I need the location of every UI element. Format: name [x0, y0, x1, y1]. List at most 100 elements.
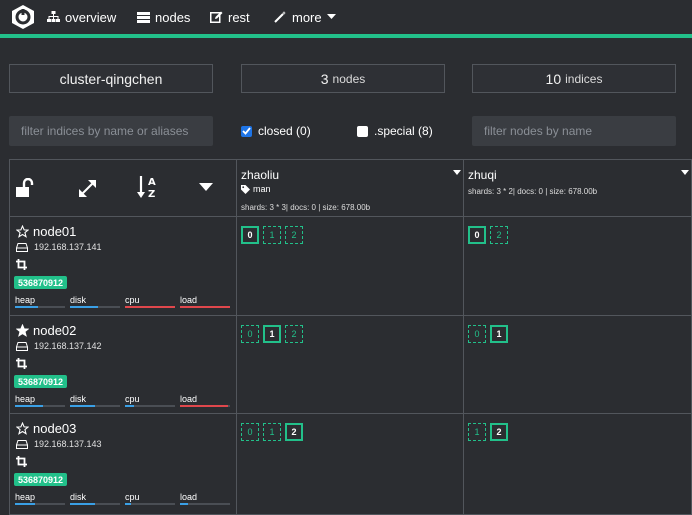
index-alias: man	[241, 184, 271, 194]
hdd-icon	[16, 439, 28, 449]
node-ip-address: 192.168.137.141	[34, 242, 102, 252]
replica-shard[interactable]: 2	[285, 226, 303, 244]
closed-checkbox[interactable]: closed (0)	[241, 124, 311, 138]
cluster-name-box: cluster-qingchen	[9, 64, 213, 93]
index-name[interactable]: zhuqi	[468, 168, 497, 182]
shard-cell-node02-zhuqi: 01	[463, 315, 692, 414]
special-checkbox[interactable]: .special (8)	[357, 124, 433, 138]
replica-shard[interactable]: 1	[263, 423, 281, 441]
index-header-zhuqi[interactable]: zhuqi shards: 3 * 2| docs: 0 | size: 678…	[463, 159, 692, 217]
nav-more[interactable]: more	[274, 8, 336, 26]
shard-list: 01	[468, 325, 508, 343]
shard-cell-node03-zhuqi: 12	[463, 413, 692, 515]
node-title[interactable]: node03	[16, 421, 76, 436]
shard-list: 012	[241, 325, 303, 343]
metric-bar	[15, 405, 65, 407]
index-menu-caret-icon[interactable]	[453, 170, 461, 175]
metric-bar	[70, 503, 120, 505]
primary-shard[interactable]: 1	[490, 325, 508, 343]
metric-label: heap	[15, 295, 36, 305]
checkbox-checked-icon[interactable]	[241, 125, 252, 137]
indices-count: 10	[545, 70, 562, 87]
crop-icon	[16, 259, 27, 270]
primary-shard[interactable]: 2	[285, 423, 303, 441]
top-navbar: overview nodes rest more	[0, 0, 692, 34]
node-title[interactable]: node01	[16, 224, 76, 239]
shard-cell-node02-zhaoliu: 012	[236, 315, 464, 414]
metric-label: disk	[70, 492, 87, 502]
replica-shard[interactable]: 2	[285, 325, 303, 343]
node-heap-badge: 536870912	[14, 276, 68, 289]
server-icon	[137, 11, 150, 23]
crop-icon	[16, 456, 27, 467]
node-ip: 192.168.137.143	[16, 439, 102, 449]
metric-load: load	[180, 492, 230, 505]
metric-label: heap	[15, 394, 36, 404]
metric-label: disk	[70, 295, 87, 305]
crop-icon	[16, 358, 27, 369]
primary-shard[interactable]: 1	[263, 325, 281, 343]
replica-shard[interactable]: 1	[263, 226, 281, 244]
nav-rest-label: rest	[228, 9, 250, 25]
metric-bar-fill	[180, 306, 230, 308]
replica-shard[interactable]: 1	[468, 423, 486, 441]
metric-bar	[15, 503, 65, 505]
metric-bar	[180, 306, 230, 308]
unlock-icon[interactable]	[16, 178, 34, 198]
node-name[interactable]: node01	[33, 224, 76, 239]
shard-list: 02	[468, 226, 508, 244]
metric-bar-fill	[15, 503, 35, 505]
filter-nodes-input[interactable]	[472, 116, 676, 146]
metric-label: cpu	[125, 295, 140, 305]
replica-shard[interactable]: 0	[241, 423, 259, 441]
metric-heap: heap	[15, 295, 65, 308]
nodes-count-box: 3 nodes	[241, 64, 445, 93]
metric-bar-fill	[70, 405, 95, 407]
metric-bar-fill	[70, 503, 95, 505]
replica-shard[interactable]: 0	[468, 325, 486, 343]
filter-indices-input[interactable]	[9, 116, 213, 146]
metric-bar-fill	[180, 405, 228, 407]
node-ip: 192.168.137.141	[16, 242, 102, 252]
metric-label: cpu	[125, 394, 140, 404]
replica-shard[interactable]: 2	[490, 226, 508, 244]
node-name[interactable]: node03	[33, 421, 76, 436]
metric-bar	[180, 405, 230, 407]
index-name[interactable]: zhaoliu	[241, 168, 279, 182]
checkbox-unchecked-icon[interactable]	[357, 125, 368, 137]
shard-cell-node01-zhuqi: 02	[463, 216, 692, 316]
index-header-zhaoliu[interactable]: zhaoliu man shards: 3 * 3| docs: 0 | siz…	[236, 159, 464, 217]
nav-rest[interactable]: rest	[210, 8, 250, 26]
cerebro-logo-icon[interactable]	[10, 4, 36, 30]
svg-text:Z: Z	[148, 189, 155, 199]
node-ip-address: 192.168.137.142	[34, 341, 102, 351]
node-ip-address: 192.168.137.143	[34, 439, 102, 449]
index-menu-caret-icon[interactable]	[681, 170, 689, 175]
nav-overview[interactable]: overview	[47, 8, 116, 26]
node-ip: 192.168.137.142	[16, 341, 102, 351]
metric-heap: heap	[15, 492, 65, 505]
nav-nodes[interactable]: nodes	[137, 8, 190, 26]
node-title[interactable]: node02	[16, 323, 76, 338]
expand-icon[interactable]	[78, 179, 97, 198]
index-stats: shards: 3 * 3| docs: 0 | size: 678.00b	[241, 203, 371, 212]
grid-toolbar: A Z	[9, 159, 237, 217]
metric-bar	[125, 405, 175, 407]
metric-disk: disk	[70, 394, 120, 407]
node-name[interactable]: node02	[33, 323, 76, 338]
indices-count-label: indices	[565, 71, 603, 86]
metric-label: load	[180, 295, 198, 305]
replica-shard[interactable]: 0	[241, 325, 259, 343]
caret-down-icon	[326, 14, 336, 19]
sort-alpha-icon[interactable]: A Z	[137, 175, 161, 199]
metric-load: load	[180, 295, 230, 308]
primary-shard[interactable]: 0	[468, 226, 486, 244]
primary-shard[interactable]: 2	[490, 423, 508, 441]
metric-bar	[125, 306, 175, 308]
caret-down-icon[interactable]	[199, 183, 213, 192]
node-heap-badge: 536870912	[14, 375, 68, 388]
accent-bar	[0, 34, 692, 38]
star-filled-icon	[16, 324, 29, 337]
primary-shard[interactable]: 0	[241, 226, 259, 244]
metric-label: load	[180, 394, 198, 404]
